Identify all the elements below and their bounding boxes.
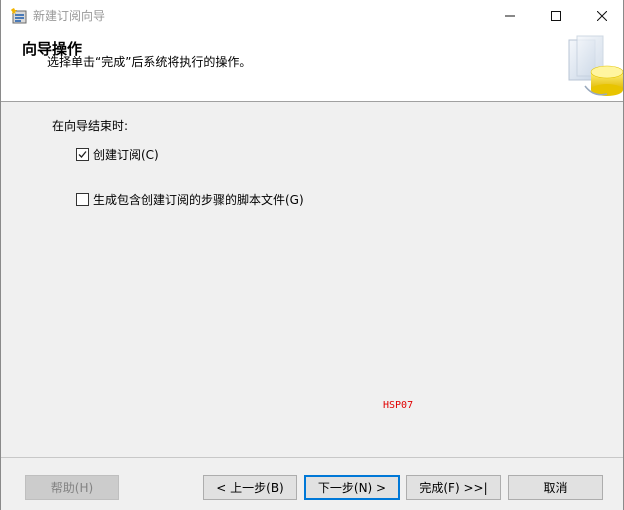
cancel-button[interactable]: 取消: [508, 475, 603, 500]
checkmark-icon: [78, 150, 87, 158]
page-subtitle: 选择单击“完成”后系统将执行的操作。: [47, 55, 252, 69]
close-icon: [597, 11, 607, 21]
create-subscription-checkbox[interactable]: [76, 147, 89, 161]
next-button[interactable]: 下一步(N) >: [304, 475, 400, 500]
window-title: 新建订阅向导: [33, 9, 106, 23]
completion-prompt: 在向导结束时:: [52, 119, 129, 133]
minimize-button[interactable]: [487, 0, 533, 32]
new-subscription-wizard-window: 新建订阅向导 向导操作 选择单击“完成”后系统将执行的操作。 在向导结束时: 创…: [0, 0, 624, 510]
finish-button[interactable]: 完成(F) >>|: [406, 475, 501, 500]
footer-divider: [1, 457, 623, 458]
wizard-app-icon: [11, 8, 27, 24]
create-subscription-label[interactable]: 创建订阅(C): [93, 146, 159, 163]
generate-script-checkbox[interactable]: [76, 192, 89, 206]
database-wizard-icon: [568, 35, 623, 96]
option-generate-script[interactable]: 生成包含创建订阅的步骤的脚本文件(G): [76, 191, 304, 207]
close-button[interactable]: [579, 0, 623, 32]
minimize-icon: [505, 15, 515, 17]
maximize-icon: [551, 11, 561, 21]
server-name-tag: HSP07: [383, 400, 414, 411]
title-bar[interactable]: 新建订阅向导: [1, 0, 623, 32]
wizard-header: 向导操作 选择单击“完成”后系统将执行的操作。: [1, 32, 623, 102]
help-button[interactable]: 帮助(H): [25, 475, 119, 500]
back-button[interactable]: < 上一步(B): [203, 475, 297, 500]
generate-script-label[interactable]: 生成包含创建订阅的步骤的脚本文件(G): [93, 191, 304, 208]
maximize-button[interactable]: [533, 0, 579, 32]
option-create-subscription[interactable]: 创建订阅(C): [76, 146, 159, 162]
